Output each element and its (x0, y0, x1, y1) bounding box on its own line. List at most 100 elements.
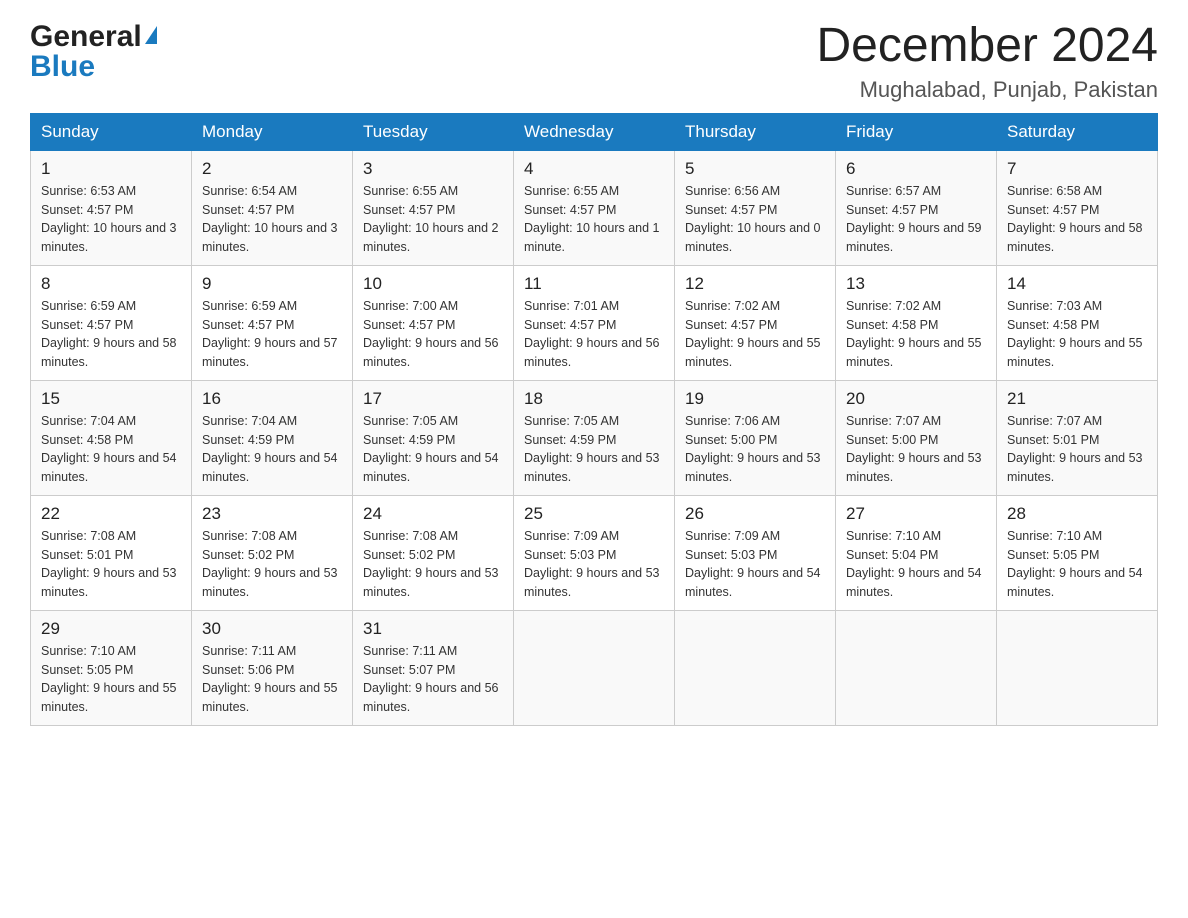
day-number: 23 (202, 504, 342, 524)
day-info: Sunrise: 6:58 AMSunset: 4:57 PMDaylight:… (1007, 184, 1143, 254)
day-number: 7 (1007, 159, 1147, 179)
day-info: Sunrise: 6:59 AMSunset: 4:57 PMDaylight:… (41, 299, 177, 369)
calendar-cell: 16 Sunrise: 7:04 AMSunset: 4:59 PMDaylig… (192, 380, 353, 495)
calendar-cell: 11 Sunrise: 7:01 AMSunset: 4:57 PMDaylig… (514, 265, 675, 380)
logo-triangle-icon (145, 26, 157, 44)
logo: General Blue (30, 20, 157, 84)
calendar-cell: 30 Sunrise: 7:11 AMSunset: 5:06 PMDaylig… (192, 610, 353, 725)
day-info: Sunrise: 7:08 AMSunset: 5:01 PMDaylight:… (41, 529, 177, 599)
weekday-header-row: SundayMondayTuesdayWednesdayThursdayFrid… (31, 113, 1158, 150)
calendar-cell: 18 Sunrise: 7:05 AMSunset: 4:59 PMDaylig… (514, 380, 675, 495)
day-number: 19 (685, 389, 825, 409)
day-info: Sunrise: 7:04 AMSunset: 4:58 PMDaylight:… (41, 414, 177, 484)
day-info: Sunrise: 7:02 AMSunset: 4:57 PMDaylight:… (685, 299, 821, 369)
day-info: Sunrise: 7:00 AMSunset: 4:57 PMDaylight:… (363, 299, 499, 369)
day-number: 1 (41, 159, 181, 179)
day-info: Sunrise: 6:55 AMSunset: 4:57 PMDaylight:… (524, 184, 660, 254)
calendar-cell: 22 Sunrise: 7:08 AMSunset: 5:01 PMDaylig… (31, 495, 192, 610)
day-info: Sunrise: 7:09 AMSunset: 5:03 PMDaylight:… (685, 529, 821, 599)
day-info: Sunrise: 7:10 AMSunset: 5:04 PMDaylight:… (846, 529, 982, 599)
calendar-cell: 15 Sunrise: 7:04 AMSunset: 4:58 PMDaylig… (31, 380, 192, 495)
calendar-cell (514, 610, 675, 725)
calendar-cell: 17 Sunrise: 7:05 AMSunset: 4:59 PMDaylig… (353, 380, 514, 495)
week-row-4: 22 Sunrise: 7:08 AMSunset: 5:01 PMDaylig… (31, 495, 1158, 610)
calendar-table: SundayMondayTuesdayWednesdayThursdayFrid… (30, 113, 1158, 726)
page-header: General Blue December 2024 Mughalabad, P… (30, 20, 1158, 103)
weekday-header-monday: Monday (192, 113, 353, 150)
day-info: Sunrise: 7:08 AMSunset: 5:02 PMDaylight:… (202, 529, 338, 599)
calendar-cell: 24 Sunrise: 7:08 AMSunset: 5:02 PMDaylig… (353, 495, 514, 610)
weekday-header-thursday: Thursday (675, 113, 836, 150)
day-number: 29 (41, 619, 181, 639)
week-row-2: 8 Sunrise: 6:59 AMSunset: 4:57 PMDayligh… (31, 265, 1158, 380)
calendar-cell: 19 Sunrise: 7:06 AMSunset: 5:00 PMDaylig… (675, 380, 836, 495)
calendar-cell: 28 Sunrise: 7:10 AMSunset: 5:05 PMDaylig… (997, 495, 1158, 610)
day-info: Sunrise: 6:55 AMSunset: 4:57 PMDaylight:… (363, 184, 499, 254)
day-number: 18 (524, 389, 664, 409)
day-number: 27 (846, 504, 986, 524)
day-info: Sunrise: 6:56 AMSunset: 4:57 PMDaylight:… (685, 184, 821, 254)
calendar-cell: 31 Sunrise: 7:11 AMSunset: 5:07 PMDaylig… (353, 610, 514, 725)
day-number: 13 (846, 274, 986, 294)
day-info: Sunrise: 7:06 AMSunset: 5:00 PMDaylight:… (685, 414, 821, 484)
calendar-cell (997, 610, 1158, 725)
day-number: 12 (685, 274, 825, 294)
day-info: Sunrise: 7:07 AMSunset: 5:00 PMDaylight:… (846, 414, 982, 484)
calendar-cell: 23 Sunrise: 7:08 AMSunset: 5:02 PMDaylig… (192, 495, 353, 610)
calendar-cell: 8 Sunrise: 6:59 AMSunset: 4:57 PMDayligh… (31, 265, 192, 380)
weekday-header-tuesday: Tuesday (353, 113, 514, 150)
day-info: Sunrise: 7:03 AMSunset: 4:58 PMDaylight:… (1007, 299, 1143, 369)
day-number: 14 (1007, 274, 1147, 294)
day-number: 16 (202, 389, 342, 409)
day-info: Sunrise: 7:01 AMSunset: 4:57 PMDaylight:… (524, 299, 660, 369)
day-info: Sunrise: 6:53 AMSunset: 4:57 PMDaylight:… (41, 184, 177, 254)
calendar-cell: 14 Sunrise: 7:03 AMSunset: 4:58 PMDaylig… (997, 265, 1158, 380)
week-row-1: 1 Sunrise: 6:53 AMSunset: 4:57 PMDayligh… (31, 150, 1158, 265)
day-info: Sunrise: 6:59 AMSunset: 4:57 PMDaylight:… (202, 299, 338, 369)
day-info: Sunrise: 7:02 AMSunset: 4:58 PMDaylight:… (846, 299, 982, 369)
day-info: Sunrise: 7:07 AMSunset: 5:01 PMDaylight:… (1007, 414, 1143, 484)
day-info: Sunrise: 7:08 AMSunset: 5:02 PMDaylight:… (363, 529, 499, 599)
calendar-cell: 29 Sunrise: 7:10 AMSunset: 5:05 PMDaylig… (31, 610, 192, 725)
weekday-header-saturday: Saturday (997, 113, 1158, 150)
logo-general-text: General (30, 20, 142, 54)
day-info: Sunrise: 7:11 AMSunset: 5:06 PMDaylight:… (202, 644, 338, 714)
day-number: 8 (41, 274, 181, 294)
calendar-cell: 5 Sunrise: 6:56 AMSunset: 4:57 PMDayligh… (675, 150, 836, 265)
day-number: 4 (524, 159, 664, 179)
logo-blue-text: Blue (30, 50, 95, 84)
day-number: 31 (363, 619, 503, 639)
day-number: 9 (202, 274, 342, 294)
day-number: 11 (524, 274, 664, 294)
calendar-cell: 2 Sunrise: 6:54 AMSunset: 4:57 PMDayligh… (192, 150, 353, 265)
weekday-header-sunday: Sunday (31, 113, 192, 150)
day-number: 28 (1007, 504, 1147, 524)
day-info: Sunrise: 7:11 AMSunset: 5:07 PMDaylight:… (363, 644, 499, 714)
calendar-cell (675, 610, 836, 725)
day-number: 17 (363, 389, 503, 409)
day-number: 6 (846, 159, 986, 179)
weekday-header-friday: Friday (836, 113, 997, 150)
day-number: 5 (685, 159, 825, 179)
day-info: Sunrise: 6:54 AMSunset: 4:57 PMDaylight:… (202, 184, 338, 254)
calendar-cell: 13 Sunrise: 7:02 AMSunset: 4:58 PMDaylig… (836, 265, 997, 380)
calendar-cell: 26 Sunrise: 7:09 AMSunset: 5:03 PMDaylig… (675, 495, 836, 610)
calendar-cell: 1 Sunrise: 6:53 AMSunset: 4:57 PMDayligh… (31, 150, 192, 265)
calendar-cell: 25 Sunrise: 7:09 AMSunset: 5:03 PMDaylig… (514, 495, 675, 610)
week-row-3: 15 Sunrise: 7:04 AMSunset: 4:58 PMDaylig… (31, 380, 1158, 495)
calendar-cell: 6 Sunrise: 6:57 AMSunset: 4:57 PMDayligh… (836, 150, 997, 265)
day-number: 3 (363, 159, 503, 179)
day-info: Sunrise: 7:05 AMSunset: 4:59 PMDaylight:… (524, 414, 660, 484)
calendar-cell: 3 Sunrise: 6:55 AMSunset: 4:57 PMDayligh… (353, 150, 514, 265)
calendar-cell: 20 Sunrise: 7:07 AMSunset: 5:00 PMDaylig… (836, 380, 997, 495)
title-block: December 2024 Mughalabad, Punjab, Pakist… (816, 20, 1158, 103)
day-info: Sunrise: 7:04 AMSunset: 4:59 PMDaylight:… (202, 414, 338, 484)
week-row-5: 29 Sunrise: 7:10 AMSunset: 5:05 PMDaylig… (31, 610, 1158, 725)
day-info: Sunrise: 7:09 AMSunset: 5:03 PMDaylight:… (524, 529, 660, 599)
day-number: 26 (685, 504, 825, 524)
day-number: 24 (363, 504, 503, 524)
calendar-cell: 9 Sunrise: 6:59 AMSunset: 4:57 PMDayligh… (192, 265, 353, 380)
calendar-cell (836, 610, 997, 725)
day-number: 21 (1007, 389, 1147, 409)
day-number: 22 (41, 504, 181, 524)
